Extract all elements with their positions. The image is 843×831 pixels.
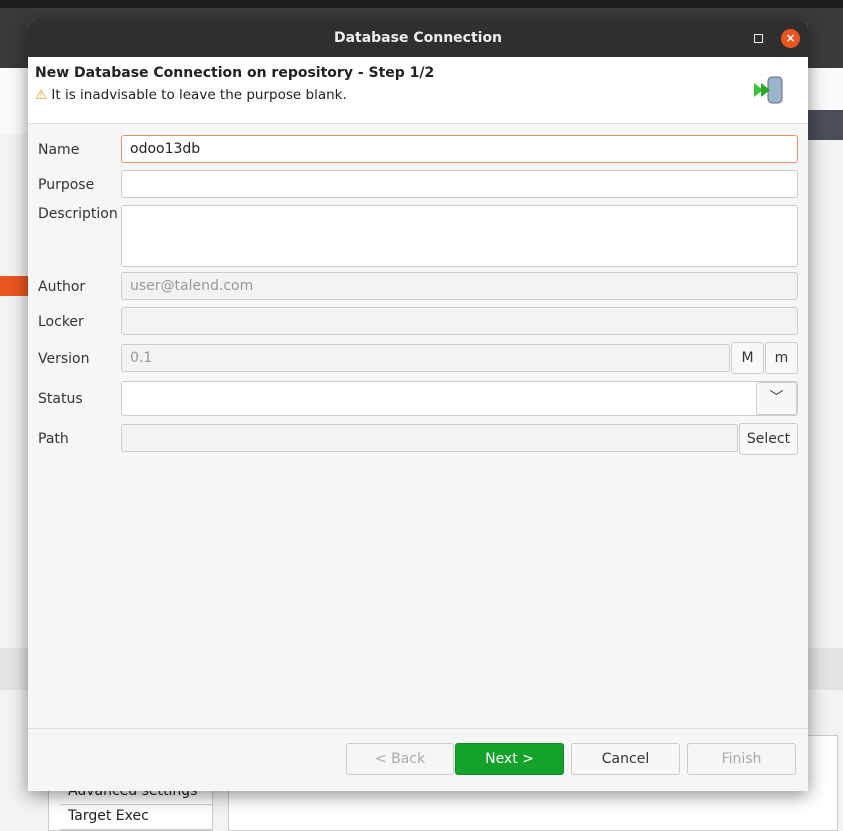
warning-message: It is inadvisable to leave the purpose b… — [51, 87, 347, 103]
path-label: Path — [38, 431, 69, 447]
next-button[interactable]: Next > — [455, 743, 564, 775]
finish-button[interactable]: Finish — [687, 743, 796, 775]
database-connection-dialog: Database Connection × New Database Conne… — [28, 20, 808, 791]
purpose-label: Purpose — [38, 177, 95, 193]
select-path-button[interactable]: Select — [739, 423, 798, 455]
name-label: Name — [38, 142, 80, 158]
path-input — [121, 424, 738, 452]
top-bar — [0, 0, 843, 8]
background-selection — [0, 276, 28, 296]
list-item[interactable]: Target Exec — [60, 806, 212, 830]
locker-label: Locker — [38, 314, 84, 330]
version-label: Version — [38, 351, 90, 367]
background-panel — [808, 110, 843, 140]
locker-input — [121, 307, 798, 335]
author-label: Author — [38, 279, 86, 295]
author-input: user@talend.com — [121, 272, 798, 300]
chevron-down-icon[interactable]: ﹀ — [756, 382, 797, 415]
database-icon — [754, 76, 783, 104]
minor-version-button[interactable]: m — [765, 342, 798, 374]
major-version-button[interactable]: M — [731, 342, 764, 374]
description-input[interactable] — [121, 205, 798, 267]
title-bar: Database Connection × — [28, 20, 808, 57]
purpose-input[interactable] — [121, 170, 798, 198]
dialog-title: Database Connection — [333, 30, 503, 46]
divider — [28, 728, 808, 729]
description-label: Description — [38, 206, 118, 222]
version-input: 0.1 — [121, 344, 730, 372]
status-label: Status — [38, 391, 83, 407]
back-button[interactable]: < Back — [346, 743, 454, 775]
close-icon[interactable]: × — [781, 29, 800, 48]
name-input[interactable]: odoo13db — [121, 135, 798, 163]
cancel-button[interactable]: Cancel — [571, 743, 680, 775]
warning-icon: ⚠ — [35, 87, 48, 103]
wizard-header: New Database Connection on repository - … — [28, 57, 808, 124]
maximize-icon[interactable] — [754, 34, 763, 43]
status-select[interactable] — [121, 381, 798, 416]
wizard-title: New Database Connection on repository - … — [35, 65, 435, 81]
